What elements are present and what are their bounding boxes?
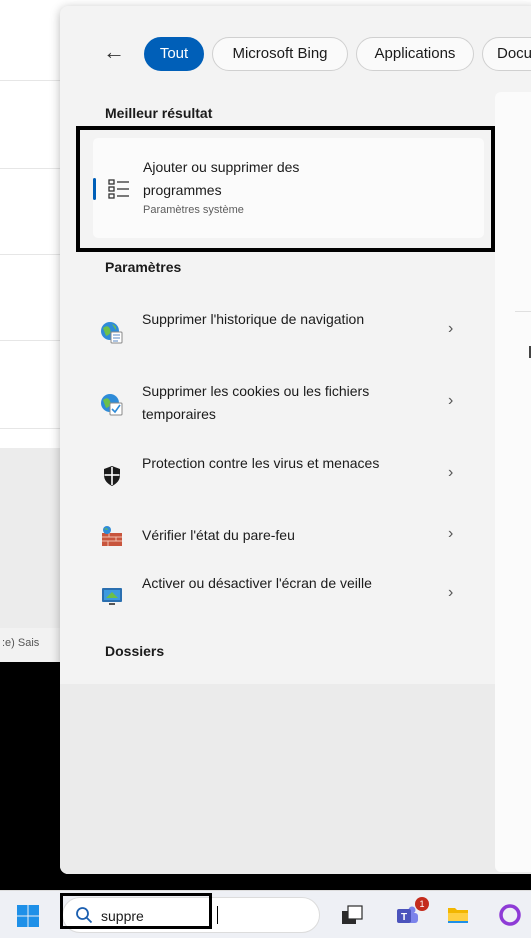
text-caret: [217, 906, 218, 924]
cortana-icon[interactable]: [498, 903, 522, 927]
chevron-right-icon: ›: [448, 464, 454, 481]
settings-item-screensaver[interactable]: Activer ou désactiver l'écran de veille …: [100, 564, 490, 628]
best-match-highlight-frame: [76, 126, 495, 252]
settings-heading: Paramètres: [105, 259, 182, 275]
settings-item-clear-history[interactable]: Supprimer l'historique de navigation ›: [100, 300, 490, 364]
preview-pane: [495, 92, 531, 872]
firewall-icon: [102, 526, 122, 546]
best-match-heading: Meilleur résultat: [105, 105, 213, 121]
settings-item-label: Protection contre les virus et menaces: [142, 455, 380, 471]
globe-history-icon: [101, 322, 123, 344]
filter-tout[interactable]: Tout: [144, 37, 204, 71]
settings-item-label: Vérifier l'état du pare-feu: [142, 527, 295, 543]
settings-item-label: Supprimer l'historique de navigation: [142, 311, 365, 327]
file-explorer-icon[interactable]: [446, 903, 470, 927]
filter-documents[interactable]: Docu: [482, 37, 531, 71]
task-view-icon[interactable]: [340, 903, 364, 927]
windows-start-icon[interactable]: [16, 904, 40, 928]
settings-item-clear-cookies[interactable]: Supprimer les cookies ou les fichiers te…: [100, 372, 490, 436]
shield-icon: [104, 466, 120, 486]
svg-text:T: T: [401, 912, 407, 923]
filter-bar: ← Tout Microsoft Bing Applications Docu: [60, 34, 531, 74]
preview-divider: [515, 311, 531, 312]
settings-item-label: Activer ou désactiver l'écran de veille: [142, 575, 372, 591]
chevron-right-icon: ›: [448, 525, 454, 542]
panel-empty-area: [60, 684, 531, 874]
screensaver-icon: [102, 588, 122, 605]
settings-item-label: Supprimer les cookies ou les fichiers te…: [142, 383, 370, 422]
filter-applications[interactable]: Applications: [356, 37, 474, 71]
globe-cookie-icon: [101, 394, 123, 416]
chevron-right-icon: ›: [448, 320, 454, 337]
taskbar: T 1: [0, 890, 531, 938]
search-highlight-frame: [60, 893, 212, 929]
filter-microsoft-bing[interactable]: Microsoft Bing: [212, 37, 348, 71]
chevron-right-icon: ›: [448, 392, 454, 409]
chevron-right-icon: ›: [448, 584, 454, 601]
settings-item-virus-protection[interactable]: Protection contre les virus et menaces ›: [100, 444, 490, 508]
folders-heading: Dossiers: [105, 643, 165, 659]
notification-badge: 1: [415, 897, 429, 911]
back-arrow-icon[interactable]: ←: [100, 38, 128, 66]
